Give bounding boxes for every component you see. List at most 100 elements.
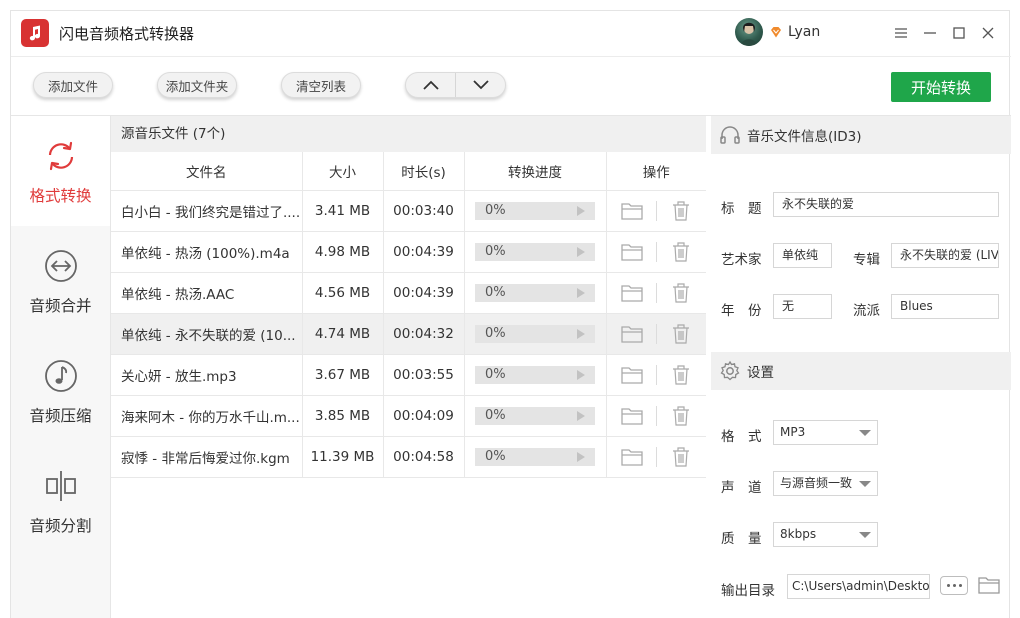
album-field[interactable]: 永不失联的爱 (LIVE) <box>891 243 999 268</box>
sidebar-item-audio-merge[interactable]: 音频合并 <box>11 226 110 336</box>
trash-icon <box>672 446 689 467</box>
settings-section-header: 设置 <box>711 352 1011 390</box>
quality-label: 质 量 <box>721 531 762 547</box>
artist-field[interactable]: 单依纯 <box>773 243 832 268</box>
reorder-group <box>405 72 506 98</box>
file-size-cell: 3.41 MB <box>302 190 384 232</box>
play-icon[interactable] <box>577 328 585 339</box>
start-convert-button[interactable]: 开始转换 <box>891 72 991 102</box>
table-row[interactable]: 单依纯 - 永不失联的爱 (10... 4.74 MB 00:04:32 0% <box>111 313 706 355</box>
divider <box>655 323 657 344</box>
actions-cell <box>606 354 706 396</box>
split-icon <box>43 468 79 504</box>
add-folder-button[interactable]: 添加文件夹 <box>157 72 237 98</box>
sidebar-item-format-convert[interactable]: 格式转换 <box>11 116 110 226</box>
progress-cell: 0% <box>464 354 607 396</box>
actions-cell <box>606 272 706 314</box>
progress-bar: 0% <box>475 324 595 343</box>
play-icon[interactable] <box>577 205 585 216</box>
chevron-up-icon <box>422 80 439 90</box>
actions-cell <box>606 395 706 437</box>
browse-button[interactable] <box>940 576 968 595</box>
maximize-icon[interactable] <box>949 23 969 43</box>
sidebar-item-audio-compress[interactable]: 音频压缩 <box>11 336 110 446</box>
table-row[interactable]: 单依纯 - 热汤.AAC 4.56 MB 00:04:39 0% <box>111 272 706 314</box>
progress-cell: 0% <box>464 395 607 437</box>
progress-text: 0% <box>485 284 506 300</box>
table-row[interactable]: 白小白 - 我们终究是错过了.... 3.41 MB 00:03:40 0% <box>111 190 706 232</box>
table-row[interactable]: 海来阿木 - 你的万水千山.m... 3.85 MB 00:04:09 0% <box>111 395 706 437</box>
table-row[interactable]: 单依纯 - 热汤 (100%).m4a 4.98 MB 00:04:39 0% <box>111 231 706 273</box>
folder-icon <box>621 448 643 466</box>
artist-label: 艺术家 <box>721 252 762 268</box>
table-row[interactable]: 关心妍 - 放生.mp3 3.67 MB 00:03:55 0% <box>111 354 706 396</box>
play-icon[interactable] <box>577 287 585 298</box>
folder-icon <box>978 577 1000 594</box>
progress-cell: 0% <box>464 313 607 355</box>
delete-button[interactable] <box>667 282 695 304</box>
move-up-button[interactable] <box>406 73 455 97</box>
file-size-cell: 3.67 MB <box>302 354 384 396</box>
play-icon[interactable] <box>577 451 585 462</box>
title-field[interactable]: 永不失联的爱 <box>773 192 999 217</box>
play-icon[interactable] <box>577 369 585 380</box>
menu-icon[interactable] <box>891 23 911 43</box>
id3-section-header: 音乐文件信息(ID3) <box>711 116 1011 154</box>
delete-button[interactable] <box>667 446 695 468</box>
delete-button[interactable] <box>667 323 695 345</box>
table-row[interactable]: 寂悸 - 非常后悔爱过你.kgm 11.39 MB 00:04:58 0% <box>111 436 706 478</box>
progress-text: 0% <box>485 407 506 423</box>
progress-text: 0% <box>485 325 506 341</box>
play-icon[interactable] <box>577 246 585 257</box>
file-duration-cell: 00:04:32 <box>383 313 465 355</box>
sidebar-item-label: 格式转换 <box>29 187 92 205</box>
sidebar-item-label: 音频分割 <box>29 517 92 535</box>
progress-cell: 0% <box>464 190 607 232</box>
trash-icon <box>672 241 689 262</box>
headphones-icon <box>719 124 741 146</box>
username[interactable]: Lyan <box>788 24 820 40</box>
progress-bar: 0% <box>475 365 595 384</box>
play-icon[interactable] <box>577 410 585 421</box>
delete-button[interactable] <box>667 364 695 386</box>
file-name-cell: 单依纯 - 热汤 (100%).m4a <box>111 231 303 273</box>
quality-select-value: 8kbps <box>780 527 817 541</box>
genre-label: 流派 <box>853 303 880 319</box>
delete-button[interactable] <box>667 405 695 427</box>
delete-button[interactable] <box>667 241 695 263</box>
open-folder-button[interactable] <box>618 405 646 427</box>
channel-select[interactable]: 与源音频一致 <box>773 471 878 496</box>
year-field[interactable]: 无 <box>773 294 832 319</box>
open-folder-button[interactable] <box>618 323 646 345</box>
move-down-button[interactable] <box>456 73 505 97</box>
close-icon[interactable] <box>978 23 998 43</box>
open-folder-button[interactable] <box>618 446 646 468</box>
refresh-icon <box>43 138 79 174</box>
gear-icon <box>719 360 741 382</box>
column-header-size: 大小 <box>302 152 384 191</box>
avatar[interactable] <box>735 18 763 46</box>
open-folder-button[interactable] <box>618 200 646 222</box>
delete-button[interactable] <box>667 200 695 222</box>
vip-diamond-icon <box>771 27 781 38</box>
output-dir-field[interactable]: C:\Users\admin\Desktop <box>787 574 930 599</box>
quality-select[interactable]: 8kbps <box>773 522 878 547</box>
open-folder-button[interactable] <box>618 364 646 386</box>
add-file-button[interactable]: 添加文件 <box>33 72 113 98</box>
open-folder-button[interactable] <box>618 282 646 304</box>
actions-cell <box>606 313 706 355</box>
open-folder-button[interactable] <box>618 241 646 263</box>
open-folder-button[interactable] <box>977 574 1001 596</box>
clear-list-button[interactable]: 清空列表 <box>281 72 361 98</box>
minimize-icon[interactable] <box>920 23 940 43</box>
column-header-duration: 时长(s) <box>383 152 465 191</box>
folder-icon <box>621 366 643 384</box>
output-dir-label: 输出目录 <box>721 583 775 599</box>
app-logo-icon <box>21 19 49 47</box>
sidebar-item-audio-split[interactable]: 音频分割 <box>11 446 110 556</box>
genre-field[interactable]: Blues <box>891 294 999 319</box>
file-duration-cell: 00:04:39 <box>383 272 465 314</box>
format-select[interactable]: MP3 <box>773 420 878 445</box>
file-list-panel: 源音乐文件 (7个) 文件名 大小 时长(s) 转换进度 操作 白小白 - 我们… <box>111 116 706 618</box>
progress-text: 0% <box>485 202 506 218</box>
